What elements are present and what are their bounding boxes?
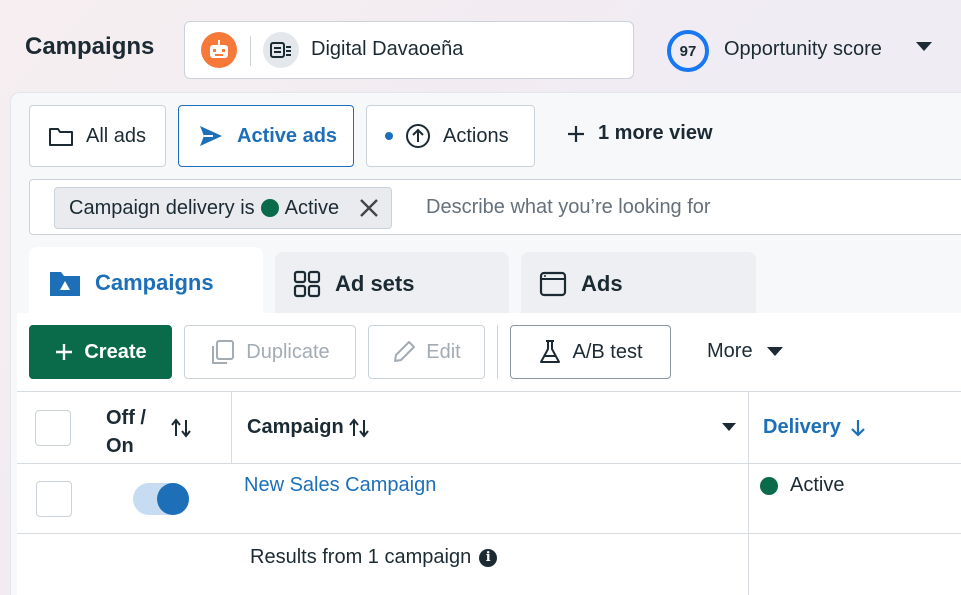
info-icon[interactable]: i — [479, 548, 498, 567]
filter-search-input[interactable]: Describe what you’re looking for — [426, 196, 711, 219]
sort-icon[interactable] — [170, 418, 192, 438]
upload-circle-icon — [406, 124, 430, 148]
campaign-toggle[interactable] — [133, 483, 189, 515]
send-icon — [200, 126, 222, 146]
tab-campaigns-label: Campaigns — [95, 270, 214, 295]
filter-bar[interactable]: Campaign delivery is Active Describe wha… — [29, 179, 961, 235]
col-header-delivery[interactable]: Delivery — [763, 416, 867, 439]
filter-chip-value: Active — [284, 196, 340, 219]
col-header-on-label: On — [106, 435, 134, 457]
pencil-icon — [394, 341, 416, 362]
tab-ads-label: Ads — [581, 271, 623, 296]
page-icon — [263, 32, 299, 68]
duplicate-button-label: Duplicate — [246, 340, 330, 363]
more-views-label: 1 more view — [598, 122, 713, 144]
account-name: Digital Davaoeña — [311, 38, 464, 60]
col-header-delivery-label: Delivery — [763, 416, 841, 438]
arrow-down-icon — [851, 419, 865, 437]
close-icon[interactable] — [359, 198, 379, 218]
col-divider — [748, 391, 749, 595]
account-divider — [250, 36, 251, 66]
folder-icon — [49, 128, 73, 146]
robot-avatar-icon — [201, 32, 237, 68]
chevron-down-icon[interactable] — [916, 42, 932, 51]
view-actions[interactable]: Actions — [366, 105, 535, 167]
plus-icon — [568, 125, 584, 142]
ab-test-button-label: A/B test — [572, 340, 643, 363]
view-actions-label: Actions — [443, 124, 509, 147]
status-dot — [260, 199, 279, 217]
view-active-ads[interactable]: Active ads — [178, 105, 354, 167]
table-row-border — [17, 533, 961, 534]
col-header-off-label: Off / — [106, 407, 146, 429]
opportunity-score-value[interactable]: 97 — [666, 29, 710, 73]
folder-filled-icon — [50, 272, 80, 296]
ab-test-button[interactable]: A/B test — [510, 325, 671, 379]
toggle-knob — [157, 483, 189, 515]
tab-campaigns[interactable]: Campaigns — [29, 247, 263, 319]
table-top-border — [17, 391, 961, 392]
window-icon — [539, 271, 567, 297]
more-button-label: More — [707, 340, 753, 362]
sort-icon — [348, 417, 369, 438]
col-header-campaign[interactable]: Campaign — [247, 416, 370, 439]
select-all-checkbox[interactable] — [35, 410, 71, 446]
more-views-button[interactable]: 1 more view — [566, 122, 713, 145]
view-all-ads[interactable]: All ads — [29, 105, 166, 167]
account-selector[interactable]: Digital Davaoeña — [184, 21, 634, 79]
delivery-status: Active — [760, 474, 844, 497]
tab-ad-sets-label: Ad sets — [335, 271, 415, 296]
edit-button-label: Edit — [426, 340, 461, 363]
col-header-campaign-label: Campaign — [247, 416, 344, 438]
campaign-name-link[interactable]: New Sales Campaign — [244, 474, 436, 497]
chevron-down-icon[interactable] — [722, 423, 736, 431]
chevron-down-icon — [766, 347, 783, 356]
table-header-border — [17, 463, 961, 464]
filter-chip-label: Campaign delivery is — [69, 196, 255, 219]
view-all-ads-label: All ads — [86, 124, 147, 147]
col-divider — [231, 391, 232, 463]
row-checkbox[interactable] — [36, 481, 72, 517]
col-header-off-on[interactable]: Off / On — [106, 404, 146, 460]
more-button[interactable]: More — [707, 340, 783, 363]
filter-chip[interactable]: Campaign delivery is Active — [54, 187, 393, 229]
results-summary: Results from 1 campaign i — [250, 546, 498, 569]
status-dot — [760, 476, 778, 495]
plus-icon — [56, 344, 73, 360]
view-active-ads-label: Active ads — [237, 124, 338, 147]
tab-ad-sets[interactable]: Ad sets — [275, 252, 509, 316]
tab-ads[interactable]: Ads — [521, 252, 756, 316]
opportunity-score-label[interactable]: Opportunity score — [724, 38, 882, 61]
delivery-status-label: Active — [790, 474, 845, 496]
grid-icon — [293, 270, 321, 298]
create-button[interactable]: Create — [29, 325, 172, 379]
create-button-label: Create — [84, 340, 147, 363]
edit-button[interactable]: Edit — [368, 325, 485, 379]
page-title: Campaigns — [25, 33, 155, 60]
flask-icon — [540, 340, 561, 363]
toolbar-divider — [497, 325, 498, 379]
results-summary-label: Results from 1 campaign — [250, 546, 472, 568]
duplicate-button[interactable]: Duplicate — [184, 325, 356, 379]
unread-dot — [385, 132, 393, 140]
duplicate-icon — [212, 340, 235, 364]
